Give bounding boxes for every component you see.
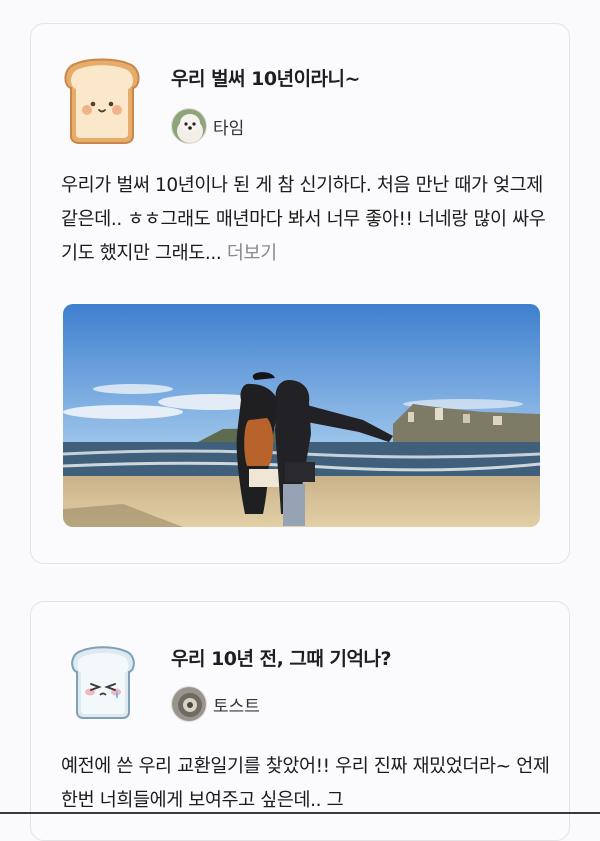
post-card[interactable]: 우리 10년 전, 그때 기억나? 토스트 예전에 쓴 우리 교환일기를 찾았어… (30, 601, 570, 841)
author-name: 토스트 (213, 696, 260, 717)
dog-avatar-icon (172, 109, 206, 143)
post-body: 우리가 벌써 10년이나 된 게 참 신기하다. 처음 만난 때가 엊그제 같은… (61, 169, 551, 271)
avatar (171, 686, 207, 722)
post-author[interactable]: 토스트 (171, 686, 260, 722)
post-body: 예전에 쓴 우리 교환일기를 찾았어!! 우리 진짜 재밌었더라~ 언제 한번 … (61, 756, 550, 811)
toast-bread-icon (64, 58, 140, 144)
post-card[interactable]: 우리 벌써 10년이라니~ 타임 우리가 벌써 10년이나 된 게 참 신기하다… (30, 23, 570, 564)
crying-toast-icon (71, 646, 135, 719)
post-photo[interactable] (63, 304, 540, 527)
more-link[interactable]: 더보기 (221, 243, 277, 264)
post-author[interactable]: 타임 (171, 108, 244, 144)
round-avatar-icon (172, 687, 206, 721)
post-title[interactable]: 우리 벌써 10년이라니~ (171, 64, 360, 91)
post-title[interactable]: 우리 10년 전, 그때 기억나? (171, 644, 391, 671)
post-body-text: 우리가 벌써 10년이나 된 게 참 신기하다. 처음 만난 때가 엊그제 같은… (61, 175, 546, 264)
avatar (171, 108, 207, 144)
author-name: 타임 (213, 118, 245, 139)
